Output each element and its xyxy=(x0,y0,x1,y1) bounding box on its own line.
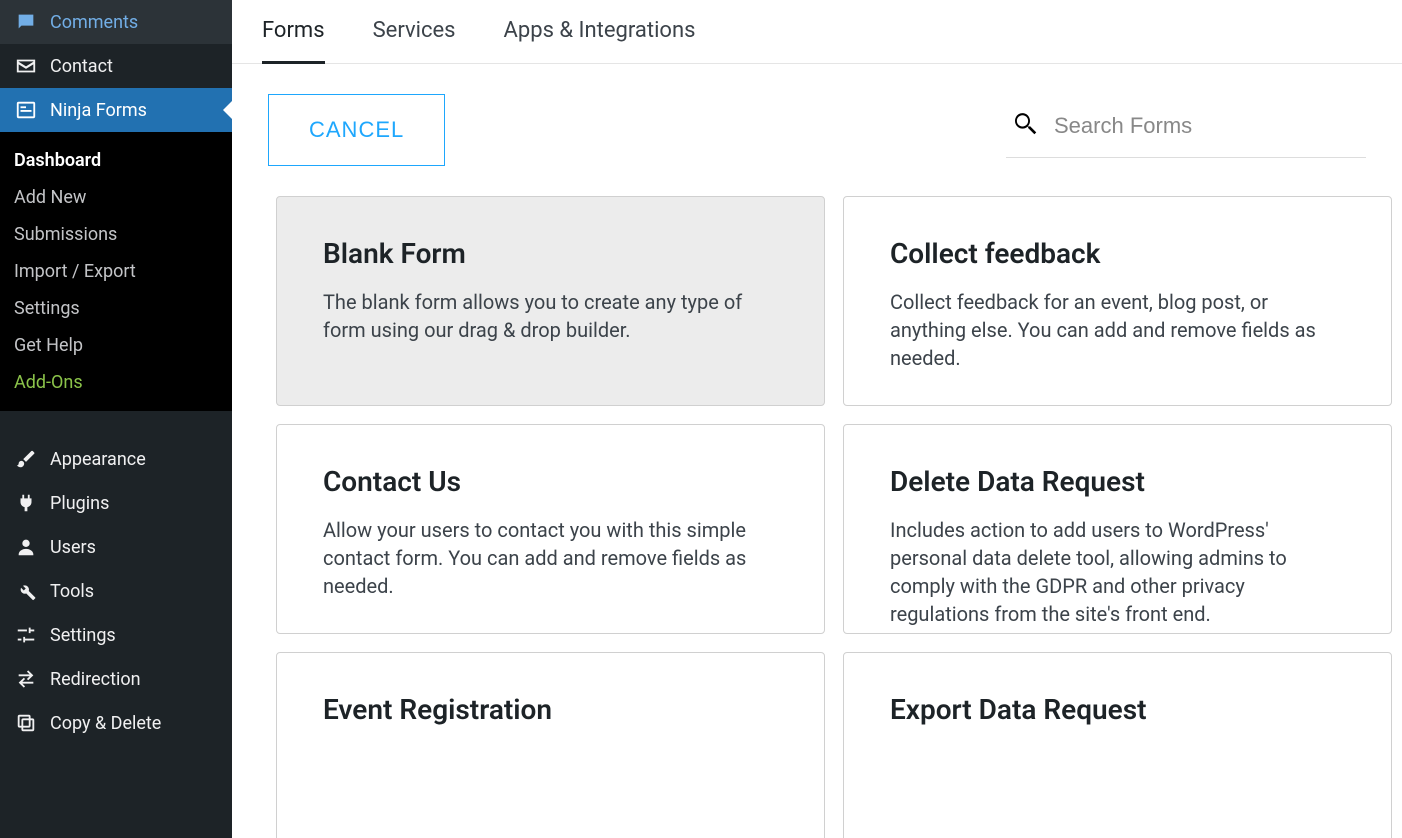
sidebar-item-ninjaforms[interactable]: Ninja Forms xyxy=(0,88,232,132)
tab-forms[interactable]: Forms xyxy=(262,18,325,63)
sidebar-submenu: Dashboard Add New Submissions Import / E… xyxy=(0,132,232,411)
card-desc: The blank form allows you to create any … xyxy=(323,288,778,344)
sidebar-item-tools[interactable]: Tools xyxy=(0,569,232,613)
sidebar-sub-addons[interactable]: Add-Ons xyxy=(0,364,232,401)
sidebar-item-plugins[interactable]: Plugins xyxy=(0,481,232,525)
card-title: Collect feedback xyxy=(890,237,1345,270)
tab-services[interactable]: Services xyxy=(373,18,456,63)
wrench-icon xyxy=(14,579,38,603)
sidebar-sub-addnew[interactable]: Add New xyxy=(0,179,232,216)
sidebar-item-label: Ninja Forms xyxy=(50,100,147,121)
form-icon xyxy=(14,98,38,122)
template-card-collect-feedback[interactable]: Collect feedback Collect feedback for an… xyxy=(843,196,1392,406)
sidebar-item-label: Users xyxy=(50,537,96,558)
user-icon xyxy=(14,535,38,559)
template-card-blank-form[interactable]: Blank Form The blank form allows you to … xyxy=(276,196,825,406)
comment-icon xyxy=(14,10,38,34)
template-card-contact-us[interactable]: Contact Us Allow your users to contact y… xyxy=(276,424,825,634)
copy-icon xyxy=(14,711,38,735)
card-desc: Allow your users to contact you with thi… xyxy=(323,516,778,600)
card-title: Event Registration xyxy=(323,693,778,726)
card-desc: Collect feedback for an event, blog post… xyxy=(890,288,1345,372)
top-tabs: Forms Services Apps & Integrations xyxy=(232,0,1402,64)
mail-icon xyxy=(14,54,38,78)
redirect-icon xyxy=(14,667,38,691)
sidebar-item-settings[interactable]: Settings xyxy=(0,613,232,657)
template-card-event-registration[interactable]: Event Registration xyxy=(276,652,825,838)
cancel-button[interactable]: CANCEL xyxy=(268,94,445,166)
card-title: Export Data Request xyxy=(890,693,1345,726)
search-input[interactable] xyxy=(1054,113,1362,139)
sidebar-item-label: Copy & Delete xyxy=(50,713,161,734)
sidebar-sub-settings[interactable]: Settings xyxy=(0,290,232,327)
plug-icon xyxy=(14,491,38,515)
sidebar-item-label: Redirection xyxy=(50,669,141,690)
sidebar-item-label: Plugins xyxy=(50,493,109,514)
template-card-delete-data-request[interactable]: Delete Data Request Includes action to a… xyxy=(843,424,1392,634)
sidebar-sub-import-export[interactable]: Import / Export xyxy=(0,253,232,290)
sidebar-item-label: Settings xyxy=(50,625,116,646)
card-title: Delete Data Request xyxy=(890,465,1345,498)
template-grid: Blank Form The blank form allows you to … xyxy=(232,196,1402,838)
sidebar-sub-gethelp[interactable]: Get Help xyxy=(0,327,232,364)
sidebar-item-label: Appearance xyxy=(50,449,146,470)
toolbar: CANCEL xyxy=(232,94,1402,196)
sidebar-item-users[interactable]: Users xyxy=(0,525,232,569)
card-desc: Includes action to add users to WordPres… xyxy=(890,516,1345,628)
main-content: Forms Services Apps & Integrations CANCE… xyxy=(232,0,1402,838)
card-title: Blank Form xyxy=(323,237,778,270)
search-icon xyxy=(1010,109,1040,143)
sidebar-item-redirection[interactable]: Redirection xyxy=(0,657,232,701)
template-card-export-data-request[interactable]: Export Data Request xyxy=(843,652,1392,838)
brush-icon xyxy=(14,447,38,471)
sidebar-sub-dashboard[interactable]: Dashboard xyxy=(0,142,232,179)
tab-apps-integrations[interactable]: Apps & Integrations xyxy=(504,18,696,63)
card-title: Contact Us xyxy=(323,465,778,498)
search-wrap xyxy=(1006,103,1366,158)
sidebar-item-contact[interactable]: Contact xyxy=(0,44,232,88)
admin-sidebar: Comments Contact Ninja Forms Dashboard A… xyxy=(0,0,232,838)
sidebar-item-label: Contact xyxy=(50,56,113,77)
sidebar-item-label: Comments xyxy=(50,12,138,33)
sidebar-item-appearance[interactable]: Appearance xyxy=(0,437,232,481)
sidebar-item-copydelete[interactable]: Copy & Delete xyxy=(0,701,232,745)
sidebar-item-label: Tools xyxy=(50,581,94,602)
sidebar-item-comments[interactable]: Comments xyxy=(0,0,232,44)
sidebar-sub-submissions[interactable]: Submissions xyxy=(0,216,232,253)
sliders-icon xyxy=(14,623,38,647)
